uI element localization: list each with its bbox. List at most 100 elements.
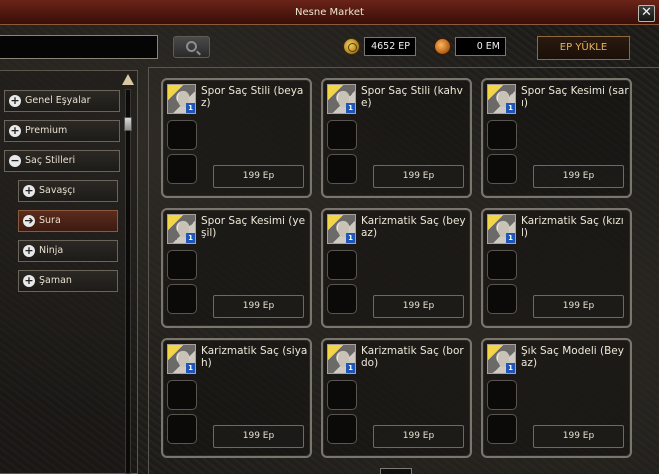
hair-style-item-icon[interactable]: 1 (327, 84, 356, 114)
category-general-items[interactable]: + Genel Eşyalar (4, 90, 120, 112)
buy-price-button[interactable]: 199 Ep (213, 165, 304, 188)
scroll-thumb[interactable] (124, 117, 132, 131)
item-slot (327, 250, 357, 280)
title-bar: Nesne Market ✕ (0, 0, 659, 25)
hair-style-item-icon[interactable]: 1 (167, 344, 196, 374)
item-slot (327, 380, 357, 410)
product-name: Spor Saç Kesimi (sarı) (521, 85, 629, 109)
item-slot (167, 284, 197, 314)
product-name: Spor Saç Stili (kahve) (361, 85, 463, 109)
quantity-badge: 1 (506, 363, 515, 373)
product-name: Spor Saç Stili (beyaz) (201, 85, 304, 109)
product-card[interactable]: 1 Karizmatik Saç (siyah) 199 Ep (161, 338, 312, 458)
item-slot (327, 120, 357, 150)
hair-style-item-icon[interactable]: 1 (487, 214, 516, 244)
ep-balance: 4652 EP (364, 37, 416, 56)
category-label: Savaşçı (39, 185, 76, 196)
item-slot (487, 380, 517, 410)
close-button[interactable]: ✕ (638, 5, 655, 22)
item-slot (167, 414, 197, 444)
quantity-badge: 1 (506, 103, 515, 113)
category-label: Genel Eşyalar (25, 95, 91, 106)
category-label: Ninja (39, 245, 64, 256)
item-slot (327, 414, 357, 444)
yang-coin-icon (343, 38, 360, 55)
buy-price-button[interactable]: 199 Ep (373, 165, 464, 188)
quantity-badge: 1 (346, 103, 355, 113)
hair-style-item-icon[interactable]: 1 (167, 84, 196, 114)
item-slot (487, 154, 517, 184)
product-card[interactable]: 1 Spor Saç Stili (beyaz) 199 Ep (161, 78, 312, 198)
item-slot (167, 120, 197, 150)
quantity-badge: 1 (186, 103, 195, 113)
category-label: Sura (39, 215, 61, 226)
item-slot (327, 154, 357, 184)
minus-icon: − (9, 154, 21, 167)
item-slot (487, 250, 517, 280)
product-name: Karizmatik Saç (siyah) (201, 345, 308, 369)
buy-price-button[interactable]: 199 Ep (533, 425, 624, 448)
category-premium[interactable]: + Premium (4, 120, 120, 142)
quantity-badge: 1 (186, 363, 195, 373)
buy-price-button[interactable]: 199 Ep (213, 425, 304, 448)
plus-icon: + (23, 274, 35, 287)
product-name: Karizmatik Saç (bordo) (361, 345, 464, 369)
plus-icon: + (9, 94, 21, 107)
subcategory-shaman[interactable]: + Şaman (18, 270, 118, 292)
product-card[interactable]: 1 Karizmatik Saç (kızıl) 199 Ep (481, 208, 632, 328)
product-card[interactable]: 1 Spor Saç Kesimi (yeşil) 199 Ep (161, 208, 312, 328)
hair-style-item-icon[interactable]: 1 (487, 84, 516, 114)
search-input[interactable] (0, 35, 158, 59)
sidebar-scrollbar[interactable] (122, 74, 134, 474)
quantity-badge: 1 (506, 233, 515, 243)
item-slot (167, 154, 197, 184)
search-button[interactable] (173, 36, 210, 58)
quantity-badge: 1 (346, 363, 355, 373)
plus-icon: + (9, 124, 21, 137)
item-slot (167, 380, 197, 410)
hair-style-item-icon[interactable]: 1 (327, 214, 356, 244)
product-name: Karizmatik Saç (beyaz) (361, 215, 466, 239)
product-card[interactable]: 1 Spor Saç Stili (kahve) 199 Ep (321, 78, 472, 198)
buy-price-button[interactable]: 199 Ep (533, 165, 624, 188)
em-balance: 0 EM (455, 37, 506, 56)
close-icon: ✕ (641, 5, 652, 20)
plus-icon: + (23, 244, 35, 257)
hair-style-item-icon[interactable]: 1 (327, 344, 356, 374)
buy-price-button[interactable]: 199 Ep (373, 425, 464, 448)
product-name: Şık Saç Modeli (Beyaz) (521, 345, 624, 369)
em-coin-icon (434, 38, 451, 55)
category-label: Şaman (39, 275, 72, 286)
buy-price-button[interactable]: 199 Ep (213, 295, 304, 318)
category-label: Premium (25, 125, 68, 136)
hair-style-item-icon[interactable]: 1 (487, 344, 516, 374)
hair-style-item-icon[interactable]: 1 (167, 214, 196, 244)
subcategory-ninja[interactable]: + Ninja (18, 240, 118, 262)
ep-load-button[interactable]: EP YÜKLE (537, 36, 630, 60)
item-slot (487, 284, 517, 314)
product-name: Karizmatik Saç (kızıl) (521, 215, 624, 239)
category-hair-styles[interactable]: − Saç Stilleri (4, 150, 120, 172)
subcategory-warrior[interactable]: + Savaşçı (18, 180, 118, 202)
quantity-badge: 1 (186, 233, 195, 243)
product-card[interactable]: 1 Karizmatik Saç (beyaz) 199 Ep (321, 208, 472, 328)
product-name: Spor Saç Kesimi (yeşil) (201, 215, 306, 239)
item-slot (167, 250, 197, 280)
arrow-right-icon: ➔ (23, 214, 35, 227)
plus-icon: + (23, 184, 35, 197)
item-slot (327, 284, 357, 314)
scroll-up-icon[interactable] (122, 74, 134, 85)
item-slot (487, 120, 517, 150)
subcategory-sura[interactable]: ➔ Sura (18, 210, 118, 232)
scroll-track[interactable] (125, 89, 131, 474)
product-card[interactable]: 1 Şık Saç Modeli (Beyaz) 199 Ep (481, 338, 632, 458)
quantity-badge: 1 (346, 233, 355, 243)
buy-price-button[interactable]: 199 Ep (373, 295, 464, 318)
page-indicator[interactable] (380, 468, 412, 474)
product-card[interactable]: 1 Karizmatik Saç (bordo) 199 Ep (321, 338, 472, 458)
search-icon (186, 41, 197, 52)
product-card[interactable]: 1 Spor Saç Kesimi (sarı) 199 Ep (481, 78, 632, 198)
buy-price-button[interactable]: 199 Ep (533, 295, 624, 318)
category-label: Saç Stilleri (25, 155, 76, 166)
item-slot (487, 414, 517, 444)
